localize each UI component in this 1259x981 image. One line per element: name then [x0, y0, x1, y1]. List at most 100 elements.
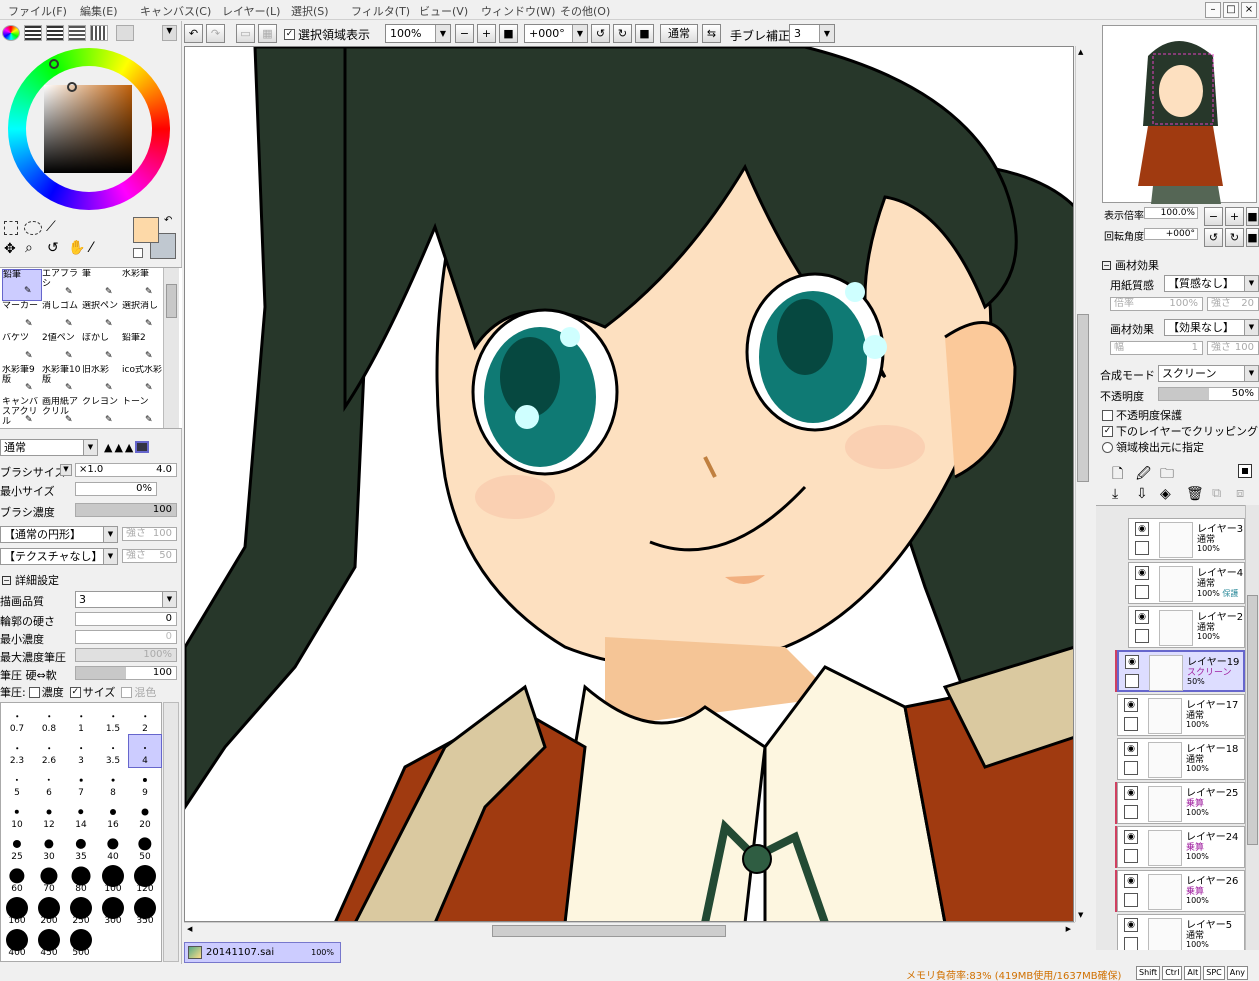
visibility-eye-icon[interactable]: ◉ — [1124, 786, 1138, 800]
nav-rotate-left-icon[interactable]: ↺ — [1204, 228, 1223, 247]
tool-item[interactable]: ico式水彩 ✎ — [122, 365, 162, 397]
brush-size-preset[interactable]: 3 — [65, 735, 97, 767]
tool-item[interactable]: 画用紙アクリル ✎ — [42, 397, 82, 429]
brush-size-preset[interactable]: 40 — [97, 831, 129, 863]
brush-size-preset[interactable]: 10 — [1, 799, 33, 831]
lock-toggle[interactable] — [1124, 893, 1138, 907]
brush-size-preset[interactable]: 30 — [33, 831, 65, 863]
brush-size-preset[interactable]: 16 — [97, 799, 129, 831]
max-density-slider[interactable]: 100% — [75, 648, 177, 662]
effect-select[interactable]: 【効果なし】 ▼ — [1164, 319, 1259, 336]
visibility-eye-icon[interactable]: ◉ — [1135, 566, 1149, 580]
visibility-eye-icon[interactable]: ◉ — [1125, 655, 1139, 669]
saturation-value-box[interactable] — [44, 85, 132, 173]
lock-toggle[interactable] — [1135, 541, 1149, 555]
brush-size-preset[interactable]: 7 — [65, 767, 97, 799]
rotate-right-icon[interactable]: ↻ — [613, 24, 632, 43]
menu-canvas[interactable]: キャンバス(C) — [140, 3, 211, 19]
brush-edge-square-icon[interactable] — [135, 441, 150, 453]
brush-size-preset[interactable]: 1.5 — [97, 703, 129, 735]
hsv-slider-icon[interactable] — [46, 25, 64, 41]
menu-filter[interactable]: フィルタ(T) — [351, 3, 410, 19]
maximize-icon[interactable]: □ — [1223, 2, 1239, 18]
visibility-eye-icon[interactable]: ◉ — [1135, 610, 1149, 624]
brush-size-preset[interactable]: 0.8 — [33, 703, 65, 735]
brush-size-preset[interactable]: 2 — [129, 703, 161, 735]
tool-item[interactable]: 鉛筆 ✎ — [2, 269, 42, 301]
layer-row[interactable]: ◉ レイヤー4 通常 100% 保護 — [1128, 562, 1245, 604]
new-folder-icon[interactable]: 🗀 — [1160, 463, 1174, 487]
nav-angle-slider[interactable]: +000° — [1144, 228, 1198, 240]
detect-source-option[interactable]: 領域検出元に指定 — [1102, 439, 1204, 455]
lock-toggle[interactable] — [1124, 717, 1138, 731]
brush-shape-buttons[interactable]: ▲▲▲ — [104, 441, 180, 456]
brush-size-preset[interactable]: 0.7 — [1, 703, 33, 735]
layer-row[interactable]: ◉ レイヤー17 通常 100% — [1117, 694, 1245, 736]
layer-row[interactable]: ◉ レイヤー24 乗算 100% — [1117, 826, 1245, 868]
navigator-preview[interactable] — [1102, 25, 1257, 204]
zoom-reset-icon[interactable]: ■ — [499, 24, 518, 43]
rgb-slider-icon[interactable] — [24, 25, 42, 41]
zoom-tool-icon[interactable]: ⌕ — [25, 240, 33, 256]
density-slider[interactable]: 100 — [75, 503, 177, 517]
tool-item[interactable]: 水彩筆9版 ✎ — [2, 365, 42, 397]
eyedropper-icon[interactable]: ⁄ — [90, 240, 92, 256]
texture-strength-slider[interactable]: 強さ 50 — [122, 549, 177, 563]
brush-blend-select[interactable]: 通常 ▼ — [0, 439, 98, 456]
protect-opacity-option[interactable]: 不透明度保護 — [1102, 407, 1182, 423]
paper-select[interactable]: 【質感なし】 ▼ — [1164, 275, 1259, 292]
layer-row[interactable]: ◉ レイヤー5 通常 100% — [1117, 914, 1245, 950]
details-header[interactable]: − 詳細設定 — [2, 572, 59, 588]
lock-toggle[interactable] — [1125, 674, 1139, 688]
blend-mode-button[interactable]: 通常 — [660, 24, 698, 43]
brush-size-preset[interactable]: 500 — [65, 927, 97, 959]
visibility-eye-icon[interactable]: ◉ — [1124, 742, 1138, 756]
layer-blend-select[interactable]: スクリーン ▼ — [1158, 365, 1259, 382]
close-icon[interactable]: × — [1241, 2, 1257, 18]
lock-toggle[interactable] — [1124, 805, 1138, 819]
artwork-illustration[interactable] — [185, 47, 1074, 922]
menu-select[interactable]: 選択(S) — [291, 3, 329, 19]
tool-item[interactable]: マーカー ✎ — [2, 301, 42, 333]
canvas[interactable] — [184, 46, 1074, 922]
layer-row[interactable]: ◉ レイヤー26 乗算 100% — [1117, 870, 1245, 912]
tool-item[interactable]: バケツ ✎ — [2, 333, 42, 365]
color-wheel-mode-icon[interactable] — [2, 25, 20, 41]
menu-edit[interactable]: 編集(E) — [80, 3, 118, 19]
delete-layer-icon[interactable]: 🗑 — [1186, 486, 1204, 502]
shape-strength-slider[interactable]: 強さ 100 — [122, 527, 177, 541]
brush-size-preset[interactable]: 50 — [129, 831, 161, 863]
flip-icon[interactable]: ⇆ — [702, 24, 721, 43]
clear-layer-icon[interactable]: ◈ — [1160, 486, 1171, 502]
pressure-slider[interactable]: 100 — [75, 666, 177, 680]
move-icon[interactable]: ✥ — [4, 241, 16, 257]
vertical-scroll-thumb[interactable] — [1077, 314, 1089, 482]
deselect-icon[interactable]: ▭ — [236, 24, 255, 43]
new-layer-icon[interactable]: 🗋 — [1112, 463, 1123, 487]
clipping-option[interactable]: ✓ 下のレイヤーでクリッピング — [1102, 423, 1258, 439]
blend-checkbox[interactable] — [121, 686, 133, 698]
tool-grid-scrollbar[interactable] — [163, 268, 179, 428]
brush-size-preset[interactable]: 1 — [65, 703, 97, 735]
brush-size-preset[interactable]: 250 — [65, 895, 97, 927]
swap-colors-icon[interactable]: ↶ — [164, 215, 172, 226]
nav-zoom-in-icon[interactable]: + — [1225, 207, 1244, 226]
visibility-eye-icon[interactable]: ◉ — [1124, 918, 1138, 932]
lock-toggle[interactable] — [1135, 629, 1149, 643]
rect-select-icon[interactable] — [4, 221, 18, 235]
material-header[interactable]: − 画材効果 — [1102, 257, 1159, 273]
visibility-eye-icon[interactable]: ◉ — [1124, 698, 1138, 712]
brush-size-preset[interactable]: 160 — [1, 895, 33, 927]
scroll-up-icon[interactable]: ▲ — [1078, 48, 1083, 56]
visibility-eye-icon[interactable]: ◉ — [1135, 522, 1149, 536]
layer-opacity-slider[interactable]: 50% — [1158, 387, 1259, 401]
brush-size-preset[interactable]: 9 — [129, 767, 161, 799]
protect-opacity-checkbox[interactable] — [1102, 409, 1113, 421]
menu-file[interactable]: ファイル(F) — [8, 3, 67, 19]
brush-size-preset[interactable]: 2.3 — [1, 735, 33, 767]
tool-item[interactable]: トーン ✎ — [122, 397, 162, 429]
paper-scale-slider[interactable]: 倍率 100% — [1110, 297, 1203, 311]
merge-down-icon[interactable]: ⇩ — [1136, 486, 1148, 502]
user-color-icon[interactable] — [116, 25, 134, 41]
brush-size-preset[interactable]: 80 — [65, 863, 97, 895]
